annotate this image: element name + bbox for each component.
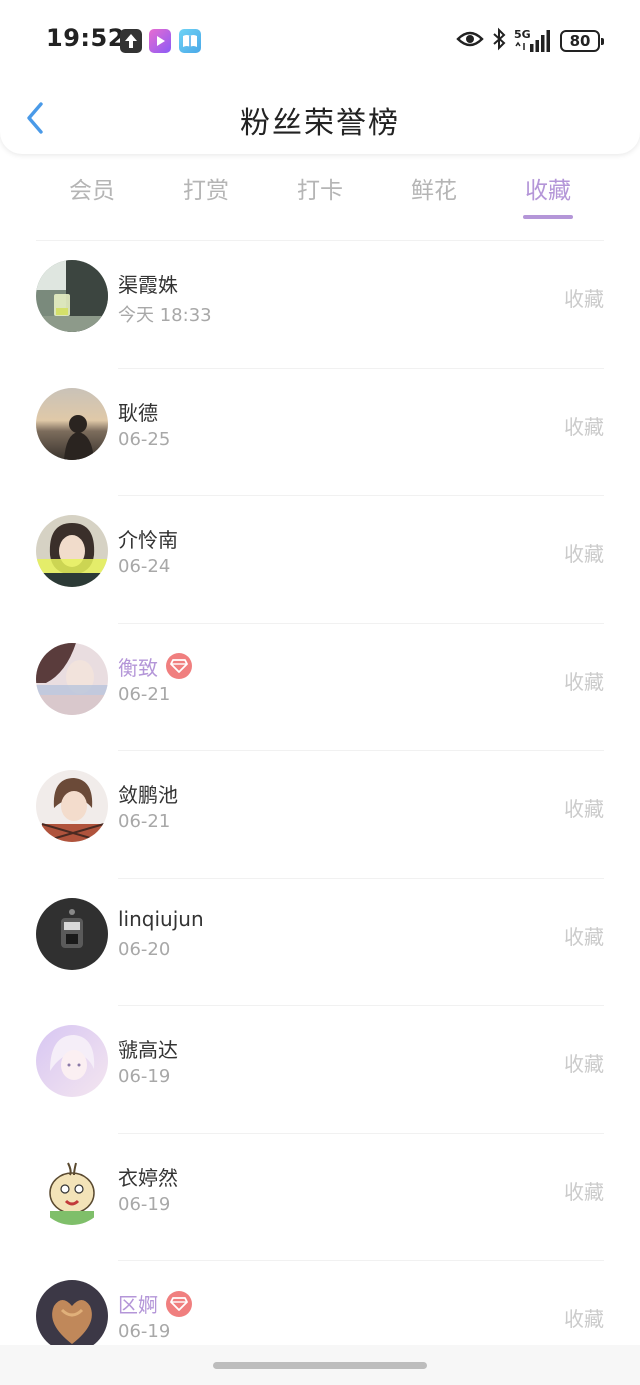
fan-name: 衣婷然	[118, 1162, 178, 1191]
fan-date: 06-24	[118, 556, 171, 577]
fan-name-text: linqiujun	[118, 906, 204, 931]
fan-date: 06-21	[118, 683, 171, 705]
fan-date: 06-19	[118, 1193, 171, 1215]
list-item[interactable]: 渠霞姝 今天 18:33 收藏	[0, 241, 640, 369]
avatar[interactable]	[36, 515, 108, 587]
fan-list: 渠霞姝 今天 18:33 收藏 耿德 06-25 收藏 介怜南 06-24 收藏…	[0, 241, 640, 1345]
fan-name-text: 敛鹏池	[118, 783, 178, 807]
action-label: 收藏	[564, 542, 604, 566]
battery-icon: 80	[560, 30, 604, 52]
avatar[interactable]	[36, 1025, 108, 1097]
action-label: 收藏	[564, 287, 604, 311]
tab-favorites[interactable]: 收藏	[492, 165, 604, 225]
bluetooth-icon	[492, 27, 506, 55]
avatar[interactable]	[36, 642, 108, 715]
app-screen: 19:52 5G 80 粉丝荣誉榜 会员 打赏 打卡 鲜花 收藏 渠霞姝 今天 …	[0, 0, 640, 1385]
status-time: 19:52	[46, 24, 125, 52]
fan-name: linqiujun	[118, 907, 204, 931]
active-tab-indicator	[523, 215, 573, 219]
fan-name: 介怜南	[118, 524, 178, 553]
gesture-bar	[0, 1345, 640, 1385]
tab-label: 打赏	[183, 178, 229, 204]
fan-date: 06-19	[118, 1066, 171, 1087]
fan-name: 耿德	[118, 397, 158, 426]
diamond-icon	[166, 1290, 192, 1317]
eye-icon	[456, 29, 484, 53]
tab-label: 会员	[69, 178, 115, 204]
header: 19:52 5G 80 粉丝荣誉榜	[0, 0, 640, 154]
tab-checkin[interactable]: 打卡	[264, 165, 376, 225]
fan-date: 06-19	[118, 1321, 171, 1342]
status-bar: 19:52 5G 80	[0, 0, 640, 82]
home-indicator[interactable]	[213, 1362, 427, 1369]
list-item[interactable]: 衡致 06-21 收藏	[0, 624, 640, 751]
upload-icon	[120, 29, 142, 53]
action-label: 收藏	[564, 1052, 604, 1076]
list-item[interactable]: 介怜南 06-24 收藏	[0, 496, 640, 624]
fan-name-text: 虢高达	[118, 1038, 178, 1062]
fan-name-text: 衣婷然	[118, 1165, 178, 1190]
fan-date: 06-20	[118, 938, 171, 960]
tab-membership[interactable]: 会员	[36, 165, 148, 225]
tab-rewards[interactable]: 打赏	[150, 165, 262, 225]
fan-date: 今天 18:33	[118, 305, 212, 326]
avatar[interactable]	[36, 387, 108, 460]
fan-name: 虢高达	[118, 1034, 178, 1063]
action-label: 收藏	[564, 1179, 604, 1204]
tab-flowers[interactable]: 鲜花	[378, 165, 490, 225]
action-label: 收藏	[564, 924, 604, 949]
status-indicators: 5G 80	[456, 26, 604, 56]
page-title: 粉丝荣誉榜	[240, 106, 400, 141]
list-item[interactable]: 衣婷然 06-19 收藏	[0, 1134, 640, 1261]
tab-label: 收藏	[525, 178, 571, 204]
fan-name: 区婀	[118, 1289, 192, 1318]
list-item[interactable]: 虢高达 06-19 收藏	[0, 1006, 640, 1134]
list-item[interactable]: 区婀 06-19 收藏	[0, 1261, 640, 1345]
diamond-icon	[166, 653, 192, 679]
signal-icon: 5G	[514, 28, 552, 54]
tab-label: 打卡	[297, 178, 343, 204]
fan-date: 06-21	[118, 811, 171, 832]
book-app-icon	[179, 29, 201, 53]
fan-name: 衡致	[118, 652, 192, 681]
fan-name-text: 介怜南	[118, 528, 178, 552]
fan-name-text: 渠霞姝	[118, 273, 178, 297]
fan-name: 渠霞姝	[118, 269, 178, 298]
fan-name-text: 区婀	[118, 1293, 158, 1317]
avatar[interactable]	[36, 897, 108, 970]
list-item[interactable]: linqiujun 06-20 收藏	[0, 879, 640, 1006]
tab-label: 鲜花	[411, 178, 457, 204]
fan-name: 敛鹏池	[118, 779, 178, 808]
action-label: 收藏	[564, 669, 604, 694]
fan-name-text: 耿德	[118, 400, 158, 425]
fan-date: 06-25	[118, 428, 171, 450]
avatar[interactable]	[36, 770, 108, 842]
action-label: 收藏	[564, 414, 604, 439]
action-label: 收藏	[564, 1307, 604, 1331]
video-app-icon	[149, 29, 171, 53]
list-item[interactable]: 耿德 06-25 收藏	[0, 369, 640, 496]
action-label: 收藏	[564, 797, 604, 821]
tab-bar: 会员 打赏 打卡 鲜花 收藏	[36, 165, 604, 225]
fan-name-text: 衡致	[118, 655, 158, 680]
avatar[interactable]	[36, 1280, 108, 1345]
list-item[interactable]: 敛鹏池 06-21 收藏	[0, 751, 640, 879]
avatar[interactable]	[36, 1152, 108, 1225]
avatar[interactable]	[36, 260, 108, 332]
